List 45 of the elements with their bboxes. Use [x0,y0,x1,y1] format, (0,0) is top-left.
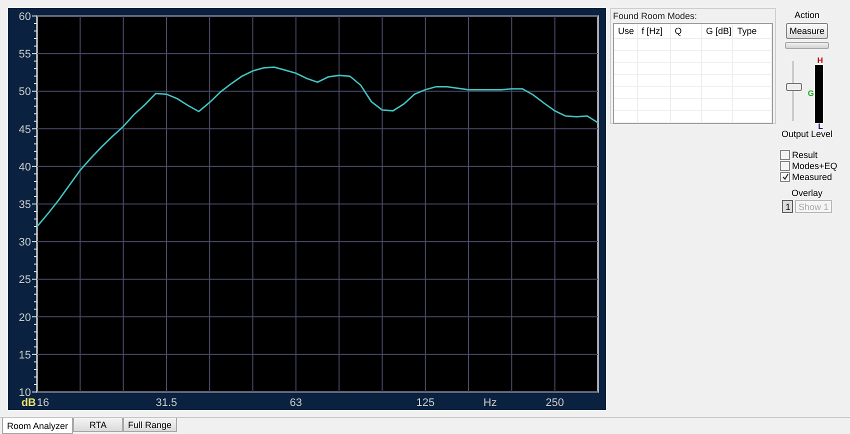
level-meter [815,65,823,123]
checkbox-label: Modes+EQ [792,160,838,170]
checkbox[interactable] [780,150,790,160]
column-header[interactable]: Q [670,24,701,39]
check-icon [782,173,788,180]
column-header[interactable]: Use [614,24,637,39]
tab[interactable]: Full Range [123,418,177,432]
axis-label: 35 [18,199,31,211]
checkbox-label: Measured [792,172,832,182]
group-title: Found Room Modes: [613,11,698,21]
measure-button[interactable]: Measure [786,23,828,39]
axis-label: 60 [18,11,31,23]
axis-label: 20 [18,312,31,324]
checkbox[interactable] [780,160,790,170]
axis-label: 63 [290,397,302,409]
output-level-slider[interactable] [785,61,801,121]
axis-label: 250 [546,397,564,409]
axis-label: 55 [18,48,31,61]
checkbox-label: Result [792,150,818,160]
axis-label: 50 [18,86,31,98]
axis-unit: dB [21,397,36,409]
tab[interactable]: Room Analyzer [2,418,74,434]
axis-label: 16 [36,397,50,409]
slider-thumb[interactable] [786,82,802,91]
column-header[interactable]: G [dB] [702,24,732,39]
output-level-label: Output Level [781,129,833,139]
group-title: Action [794,10,820,20]
meter-label: G [808,90,814,98]
axis-label: 125 [416,397,435,409]
checkbox[interactable] [780,172,790,182]
axis-label: 15 [18,349,31,362]
group-title: Overlay [791,188,822,198]
column-header[interactable]: f [Hz] [638,24,670,39]
column-header[interactable]: Type [733,24,771,39]
axis-label: 25 [18,274,31,286]
overlay-button[interactable]: 1 [782,200,794,213]
meter-label: H [817,57,823,65]
axis-label: 31.5 [156,397,178,409]
axis-label: 30 [18,236,31,249]
meter-label: L [818,123,823,131]
tab[interactable]: RTA [73,418,124,432]
axis-label: 40 [18,161,31,174]
axis-label: 45 [18,124,31,136]
axis-unit: Hz [483,397,497,409]
axis-label: 10 [18,387,31,399]
